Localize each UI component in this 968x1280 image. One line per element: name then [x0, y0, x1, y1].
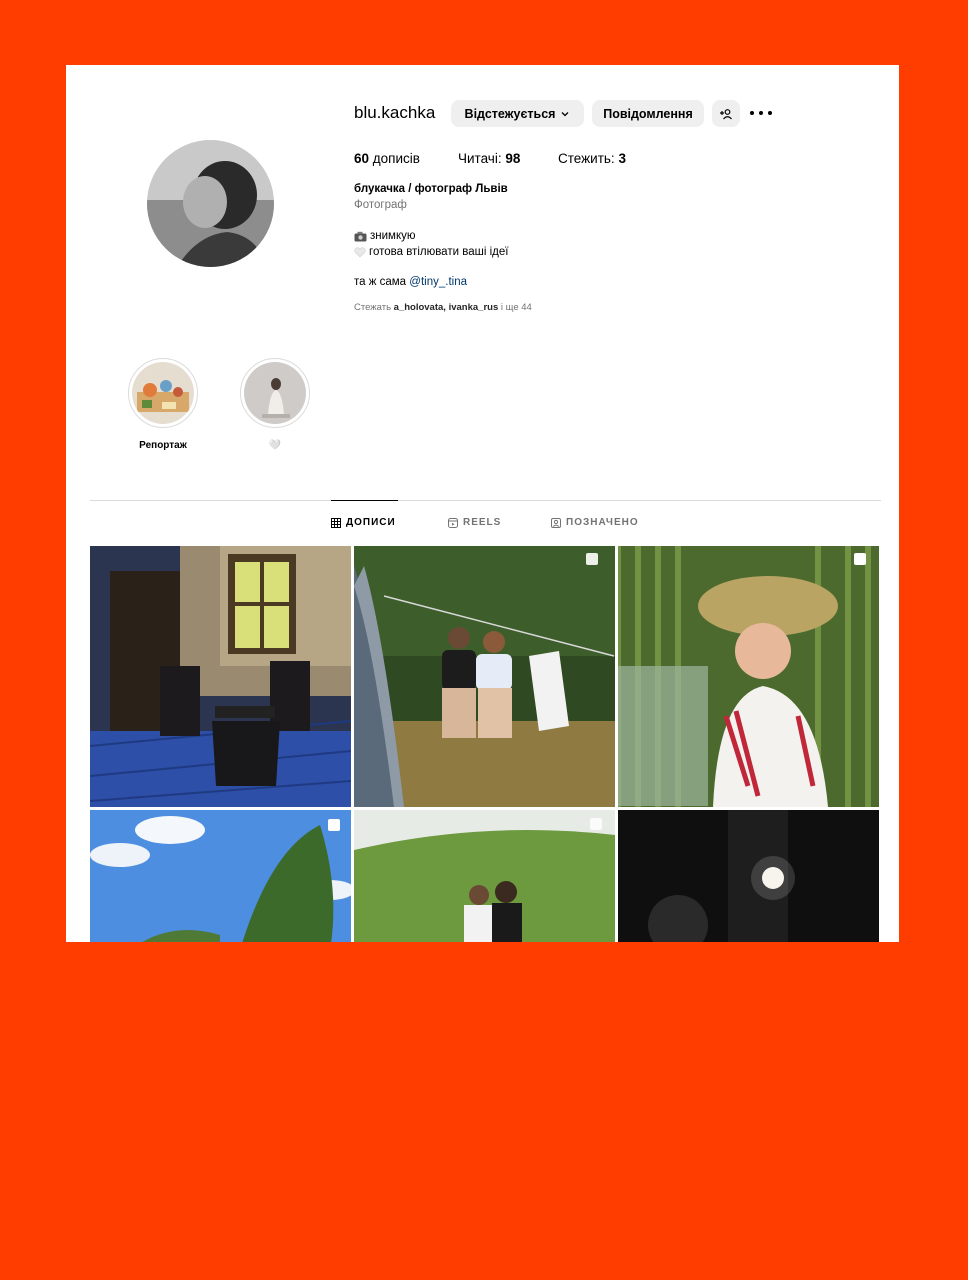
suggested-users-button[interactable] — [712, 100, 740, 127]
highlight-heart[interactable] — [240, 358, 310, 428]
post-thumbnail[interactable] — [90, 546, 351, 807]
bio-mention-link[interactable]: @tiny_.tina — [409, 276, 467, 288]
post-thumbnail[interactable] — [90, 810, 351, 942]
post-thumbnail[interactable] — [618, 546, 879, 807]
tabs-divider — [90, 500, 881, 501]
post-thumbnail[interactable] — [354, 810, 615, 942]
camera-emoji-icon — [354, 231, 367, 242]
highlight-label: Репортаж — [139, 440, 187, 451]
highlight-cover — [244, 362, 306, 424]
followers-count[interactable]: Читачі: 98 — [458, 151, 520, 166]
posts-count: 60 дописів — [354, 151, 420, 166]
bio-category: Фотограф — [354, 199, 407, 211]
tab-posts[interactable]: ДОПИСИ — [331, 517, 396, 528]
following-count[interactable]: Стежить: 3 — [558, 151, 626, 166]
profile-username: blu.kachka — [354, 103, 436, 122]
following-button-label: Відстежується — [464, 106, 556, 121]
followed-by[interactable]: Стежать a_holovata, ivanka_rus і ще 44 — [354, 302, 532, 313]
profile-avatar[interactable] — [147, 140, 274, 267]
chevron-down-icon — [560, 109, 570, 119]
reels-icon — [448, 517, 458, 528]
grid-icon — [331, 517, 341, 528]
more-options-icon[interactable] — [750, 105, 772, 121]
white-heart-icon — [354, 246, 366, 258]
highlight-label: 🤍 — [268, 440, 282, 451]
tab-tagged[interactable]: ПОЗНАЧЕНО — [551, 517, 639, 528]
bio-name: блукачка / фотограф Львів — [354, 183, 508, 195]
active-tab-indicator — [331, 500, 398, 501]
message-button[interactable]: Повідомлення — [592, 100, 704, 127]
bio-line-1: знимкую — [354, 230, 416, 242]
bio-line-2: готова втілювати ваші ідеї — [354, 246, 508, 258]
add-person-icon — [719, 108, 733, 120]
message-button-label: Повідомлення — [603, 106, 693, 121]
tagged-user-icon — [551, 517, 561, 528]
post-thumbnail[interactable] — [618, 810, 879, 942]
highlight-cover — [132, 362, 194, 424]
following-dropdown-button[interactable]: Відстежується — [451, 100, 584, 127]
highlight-reportage[interactable] — [128, 358, 198, 428]
post-thumbnail[interactable] — [354, 546, 615, 807]
bio-line-3: та ж сама @tiny_.tina — [354, 276, 467, 288]
profile-page: blu.kachka Відстежується Повідомлення 60… — [66, 65, 899, 942]
tab-reels[interactable]: REELS — [448, 517, 501, 528]
